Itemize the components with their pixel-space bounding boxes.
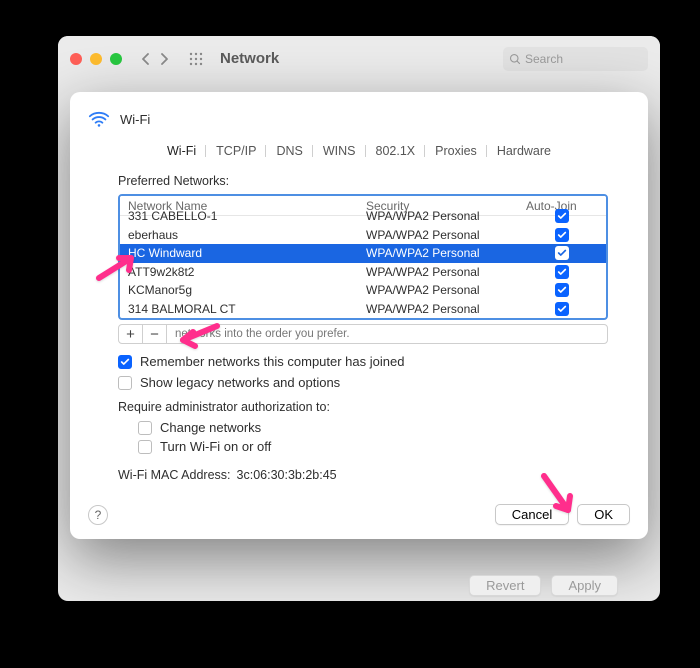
table-row[interactable]: 331 CABELLO-1WPA/WPA2 Personal — [120, 207, 606, 226]
network-name: HC Windward — [128, 246, 366, 260]
search-icon — [509, 53, 521, 65]
mac-address-label: Wi-Fi MAC Address: — [118, 468, 231, 482]
tab-hardware[interactable]: Hardware — [487, 142, 561, 160]
table-row[interactable]: HC WindwardWPA/WPA2 Personal — [120, 244, 606, 263]
main-buttons: Revert Apply — [469, 575, 618, 596]
remove-network-button[interactable]: − — [143, 325, 167, 343]
network-security: WPA/WPA2 Personal — [366, 228, 526, 242]
table-row[interactable]: 314 BALMORAL CTWPA/WPA2 Personal — [120, 300, 606, 319]
table-row[interactable]: KCManor5gWPA/WPA2 Personal — [120, 281, 606, 300]
table-row[interactable]: ATT9w2k8t2WPA/WPA2 Personal — [120, 263, 606, 282]
show-legacy-label: Show legacy networks and options — [140, 375, 340, 390]
close-icon[interactable] — [70, 53, 82, 65]
tab-8021x[interactable]: 802.1X — [366, 142, 426, 160]
network-security: WPA/WPA2 Personal — [366, 209, 526, 223]
tab-bar: Wi-Fi TCP/IP DNS WINS 802.1X Proxies Har… — [157, 142, 561, 160]
search-placeholder: Search — [525, 52, 563, 66]
admin-auth-label: Require administrator authorization to: — [118, 400, 608, 414]
tab-tcpip[interactable]: TCP/IP — [206, 142, 266, 160]
traffic-lights[interactable] — [70, 53, 122, 65]
tab-proxies[interactable]: Proxies — [425, 142, 487, 160]
autojoin-checkbox[interactable] — [526, 283, 598, 297]
network-name: 314 BALMORAL CT — [128, 302, 366, 316]
wifi-sheet: Wi-Fi Wi-Fi TCP/IP DNS WINS 802.1X Proxi… — [70, 92, 648, 539]
network-name: eberhaus — [128, 228, 366, 242]
network-security: WPA/WPA2 Personal — [366, 265, 526, 279]
autojoin-checkbox[interactable] — [526, 265, 598, 279]
table-toolbar: + − networks into the order you prefer. — [118, 324, 608, 344]
tab-dns[interactable]: DNS — [266, 142, 312, 160]
back-button[interactable] — [140, 53, 152, 65]
networks-table[interactable]: Network Name Security Auto-Join 331 CABE… — [118, 194, 608, 320]
cancel-button[interactable]: Cancel — [495, 504, 569, 525]
remember-networks-checkbox[interactable] — [118, 355, 132, 369]
network-name: KCManor5g — [128, 283, 366, 297]
autojoin-checkbox[interactable] — [526, 246, 598, 260]
change-networks-checkbox[interactable] — [138, 421, 152, 435]
show-all-icon[interactable] — [188, 51, 204, 67]
autojoin-checkbox[interactable] — [526, 209, 598, 223]
network-security: WPA/WPA2 Personal — [366, 246, 526, 260]
preferred-networks-label: Preferred Networks: — [118, 174, 608, 188]
apply-button[interactable]: Apply — [551, 575, 618, 596]
network-security: WPA/WPA2 Personal — [366, 283, 526, 297]
drag-hint: networks into the order you prefer. — [167, 328, 350, 340]
network-name: ATT9w2k8t2 — [128, 265, 366, 279]
minimize-icon[interactable] — [90, 53, 102, 65]
autojoin-checkbox[interactable] — [526, 228, 598, 242]
autojoin-checkbox[interactable] — [526, 302, 598, 316]
forward-button[interactable] — [158, 53, 170, 65]
toggle-wifi-label: Turn Wi-Fi on or off — [160, 439, 271, 454]
add-network-button[interactable]: + — [119, 325, 143, 343]
tab-wifi[interactable]: Wi-Fi — [157, 142, 206, 160]
wifi-icon — [88, 108, 110, 130]
show-legacy-checkbox[interactable] — [118, 376, 132, 390]
network-security: WPA/WPA2 Personal — [366, 302, 526, 316]
window-title: Network — [220, 50, 279, 67]
toggle-wifi-checkbox[interactable] — [138, 440, 152, 454]
search-input[interactable]: Search — [503, 47, 648, 71]
network-name: 331 CABELLO-1 — [128, 209, 366, 223]
toolbar: Network Search — [58, 36, 660, 81]
remember-networks-label: Remember networks this computer has join… — [140, 354, 404, 369]
mac-address-value: 3c:06:30:3b:2b:45 — [237, 468, 337, 482]
sheet-title: Wi-Fi — [120, 112, 150, 127]
table-row[interactable]: eberhausWPA/WPA2 Personal — [120, 226, 606, 245]
change-networks-label: Change networks — [160, 420, 261, 435]
revert-button[interactable]: Revert — [469, 575, 541, 596]
tab-wins[interactable]: WINS — [313, 142, 366, 160]
help-button[interactable]: ? — [88, 505, 108, 525]
zoom-icon[interactable] — [110, 53, 122, 65]
ok-button[interactable]: OK — [577, 504, 630, 525]
